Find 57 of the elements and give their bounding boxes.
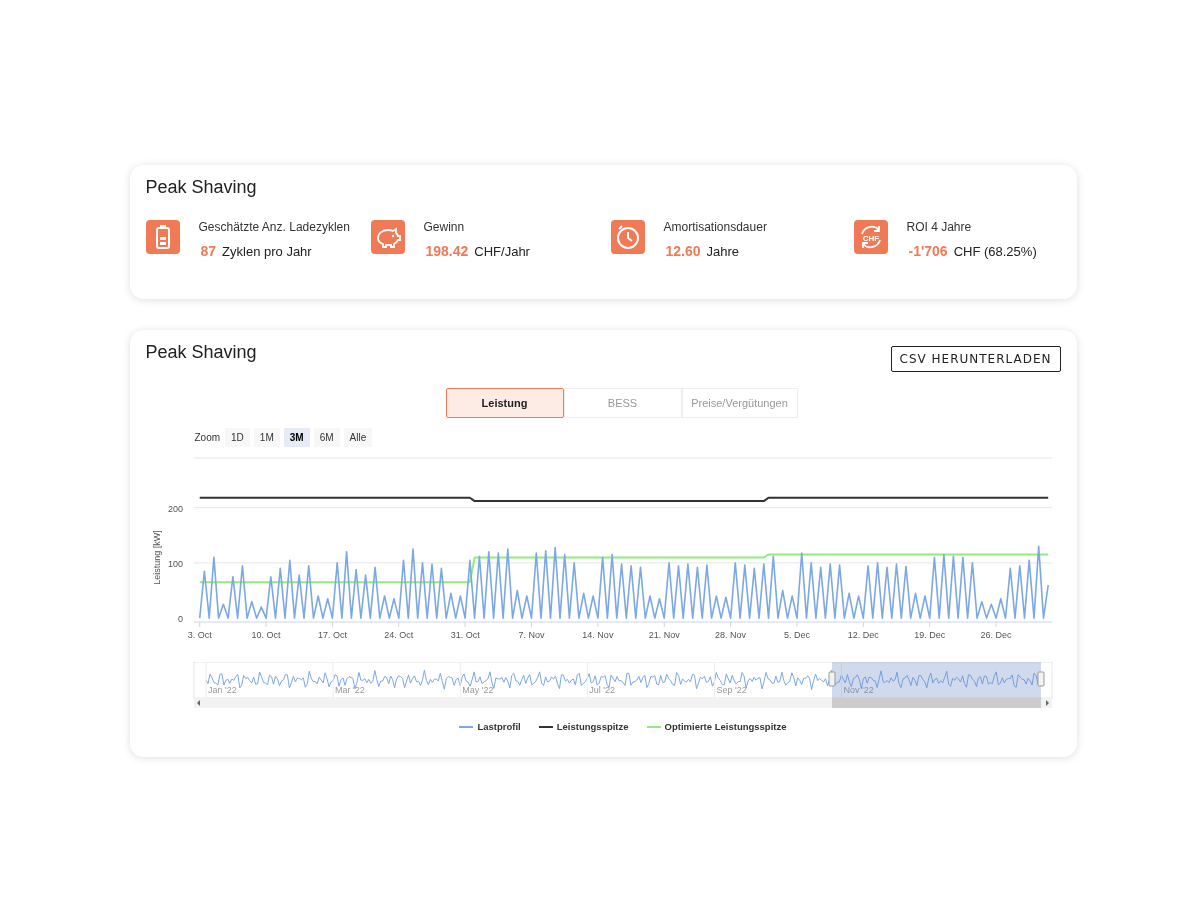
scroll-right-icon[interactable] (1045, 700, 1049, 706)
axis-tick-label: 19. Dec (913, 630, 945, 640)
zoom-button[interactable]: Alle (343, 428, 373, 447)
axis-tick-label: 0 (177, 614, 183, 625)
axis-tick-label: 5. Dec (783, 630, 810, 640)
kpi-value: -1'706 (908, 243, 948, 259)
kpi-unit: Jahre (706, 244, 740, 259)
kpi-label: Geschätzte Anz. Ladezyklen (198, 220, 350, 234)
kpi-unit: Zyklen pro Jahr (222, 244, 312, 259)
axis-tick-label: 12. Dec (847, 630, 879, 640)
kpi-value: 87 (200, 243, 217, 259)
tab[interactable]: Leistung (445, 388, 564, 418)
axis-tick-label: 31. Oct (450, 630, 480, 640)
legend-item[interactable]: Leistungsspitze (556, 721, 629, 732)
zoom-label: Zoom (194, 432, 221, 443)
kpi-label: Amortisationsdauer (663, 220, 767, 234)
axis-title: Leistung [kW] (151, 530, 162, 585)
axis-tick-label: 3. Oct (187, 630, 212, 640)
navigator-label: Mar '22 (334, 685, 365, 695)
legend-item[interactable]: Optimierte Leistungsspitze (664, 721, 787, 732)
currency-cycle-icon: CHF (853, 220, 888, 254)
kpi-unit: CHF (68.25%) (953, 244, 1037, 259)
axis-tick-label: 24. Oct (383, 630, 413, 640)
range-handle[interactable] (1037, 671, 1044, 687)
navigator-label: Jul '22 (588, 685, 615, 695)
axis-tick-label: 28. Nov (714, 630, 746, 640)
zoom-button[interactable]: 1D (225, 428, 250, 447)
kpi-label: ROI 4 Jahre (906, 220, 973, 234)
scroll-left-icon[interactable] (196, 700, 200, 706)
range-handle[interactable] (828, 671, 835, 687)
zoom-button[interactable]: 6M (313, 428, 340, 447)
axis-tick-label: 17. Oct (317, 630, 347, 640)
zoom-button[interactable]: 1M (253, 428, 280, 447)
card-title: Peak Shaving (145, 177, 258, 198)
axis-tick-label: 26. Dec (980, 630, 1012, 640)
axis-tick-label: 14. Nov (581, 630, 613, 640)
navigator-label: Nov '22 (843, 685, 874, 695)
zoom-button[interactable]: 3M (283, 428, 310, 447)
battery-icon (145, 220, 180, 254)
kpi-value: 12.60 (665, 243, 701, 259)
piggy-bank-icon (370, 220, 405, 254)
axis-tick-label: 10. Oct (251, 630, 281, 640)
download-button[interactable]: CSV HERUNTERLADEN (890, 346, 1061, 372)
card-title: Peak Shaving (145, 342, 257, 363)
kpi-value: 198.42 (425, 243, 469, 259)
clock-icon (610, 220, 645, 254)
kpi-unit: CHF/Jahr (474, 244, 530, 259)
axis-tick-label: 21. Nov (648, 630, 680, 640)
axis-tick-label: 200 (167, 503, 183, 514)
scrollbar-thumb[interactable] (831, 698, 1041, 708)
legend-item[interactable]: Lastprofil (477, 721, 521, 732)
navigator-label: Jan '22 (207, 685, 237, 695)
navigator-label: May '22 (461, 685, 493, 695)
kpi-label: Gewinn (423, 220, 466, 234)
navigator-label: Sep '22 (715, 685, 747, 695)
axis-tick-label: 100 (167, 558, 183, 569)
axis-tick-label: 7. Nov (518, 630, 544, 640)
